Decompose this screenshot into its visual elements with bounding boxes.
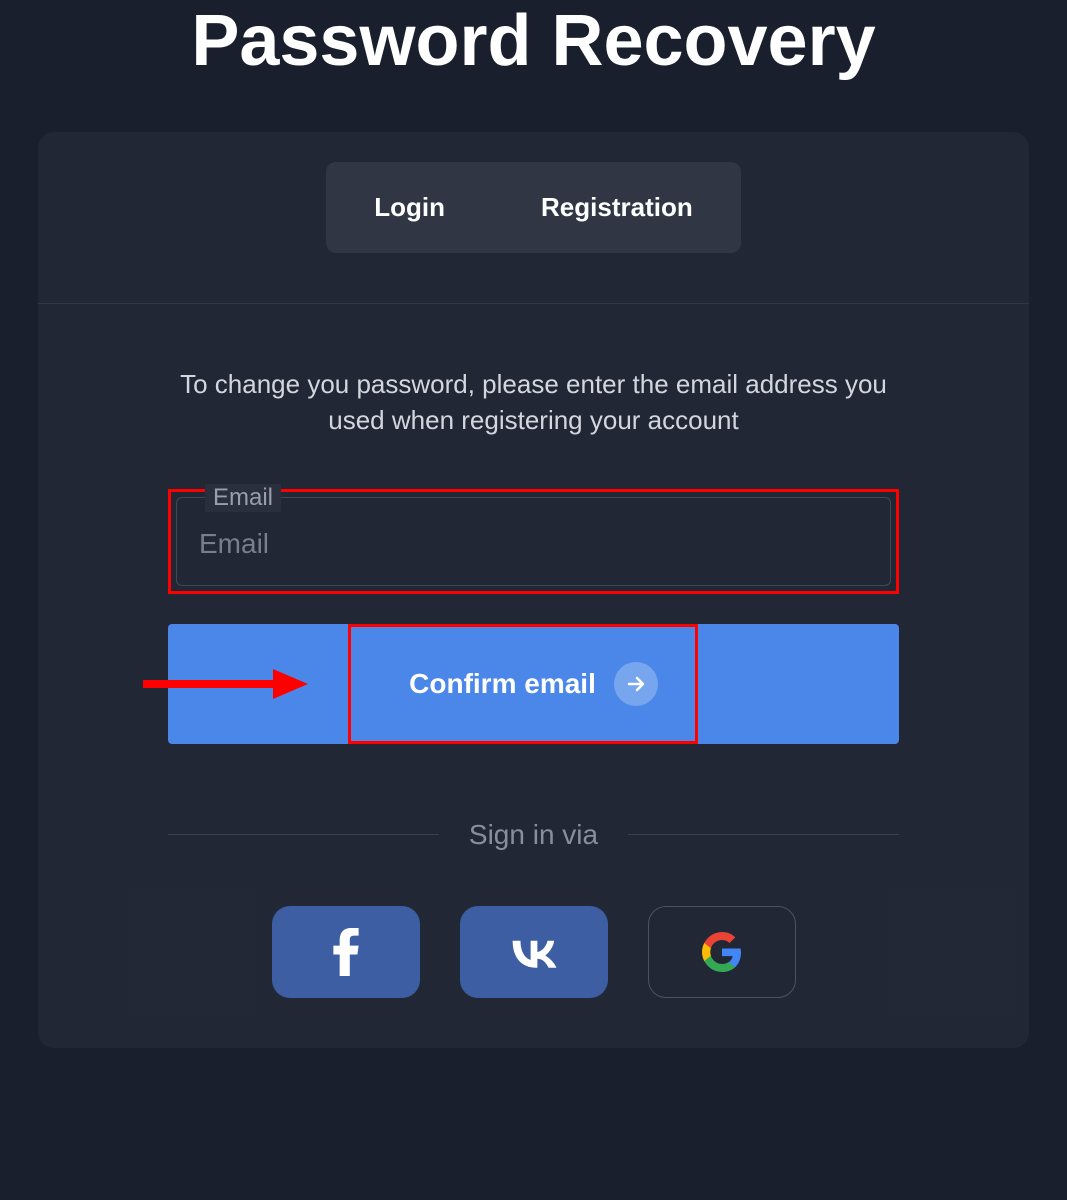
page-title: Password Recovery	[0, 0, 1067, 82]
email-field-container: Email	[176, 497, 891, 586]
google-icon	[702, 932, 742, 972]
arrow-circle-icon	[614, 662, 658, 706]
social-buttons	[168, 906, 899, 998]
google-login-button[interactable]	[648, 906, 796, 998]
divider-line-left	[168, 834, 439, 835]
email-field-highlight: Email	[168, 489, 899, 594]
tab-registration[interactable]: Registration	[493, 162, 741, 253]
confirm-button-label: Confirm email	[409, 668, 596, 700]
vk-login-button[interactable]	[460, 906, 608, 998]
divider: Sign in via	[168, 819, 899, 851]
tab-login[interactable]: Login	[326, 162, 493, 253]
auth-card: Login Registration To change you passwor…	[38, 132, 1029, 1048]
email-input[interactable]	[199, 528, 868, 560]
confirm-row: Confirm email	[168, 624, 899, 744]
divider-text: Sign in via	[469, 819, 598, 851]
facebook-icon	[332, 928, 360, 976]
facebook-login-button[interactable]	[272, 906, 420, 998]
vk-icon	[507, 936, 561, 968]
tabs-container: Login Registration	[38, 132, 1029, 304]
card-content: To change you password, please enter the…	[38, 304, 1029, 1048]
tabs: Login Registration	[326, 162, 740, 253]
divider-line-right	[628, 834, 899, 835]
annotation-arrow-icon	[138, 664, 318, 704]
instruction-text: To change you password, please enter the…	[168, 366, 899, 439]
arrow-right-icon	[624, 672, 648, 696]
email-field-label: Email	[205, 484, 281, 512]
